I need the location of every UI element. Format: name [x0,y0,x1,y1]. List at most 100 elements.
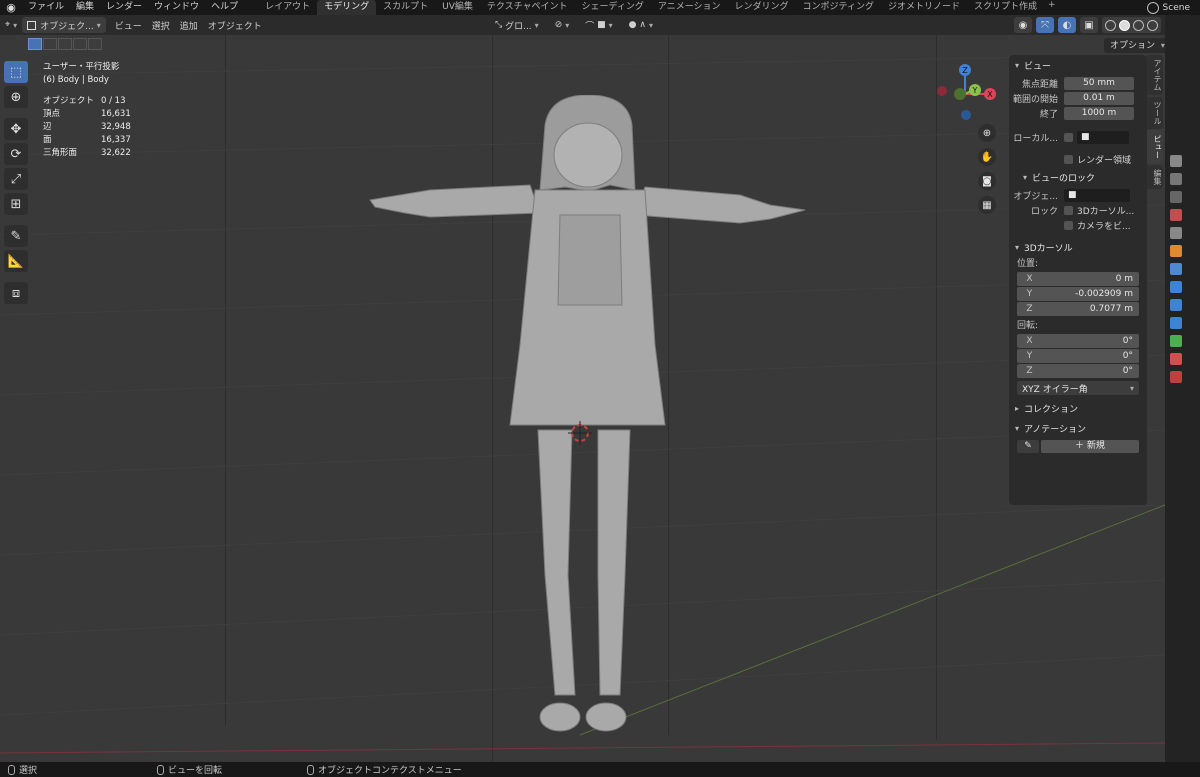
location-x-field[interactable]: X 0 m [1017,272,1139,286]
constraints-props-icon[interactable] [1170,317,1182,329]
pivot-point-dropdown[interactable]: ⊘ ▾ [550,17,575,33]
zoom-icon[interactable]: ⊕ [978,124,996,142]
tab-rendering[interactable]: レンダリング [728,0,796,15]
location-z-field[interactable]: Z 0.7077 m [1017,302,1139,316]
tab-shading[interactable]: シェーディング [575,0,651,15]
menu-window[interactable]: ウィンドウ [148,0,205,15]
character-model[interactable] [360,95,815,740]
transform-tool-icon[interactable]: ⊞ [4,193,28,215]
navigation-gizmo[interactable]: Z Y X [935,60,999,124]
world-props-icon[interactable] [1170,227,1182,239]
data-props-icon[interactable] [1170,335,1182,347]
rotate-tool-icon[interactable]: ⟳ [4,143,28,165]
focal-length-field[interactable]: 50 mm [1064,76,1134,90]
rotation-x-field[interactable]: X 0° [1017,334,1139,348]
render-region-checkbox[interactable] [1064,154,1073,164]
tab-scripting[interactable]: スクリプト作成 [967,0,1044,15]
physics-props-icon[interactable] [1170,299,1182,311]
visibility-icon[interactable]: ◉ [1014,17,1032,33]
move-tool-icon[interactable]: ✥ [4,118,28,140]
pan-hand-icon[interactable]: ✋ [978,148,996,166]
annotation-new-button[interactable]: ＋ 新規 [1041,439,1139,453]
gizmo-toggle-icon[interactable]: ⤧ [1036,17,1054,33]
add-cube-tool-icon[interactable]: ⧈ [4,282,28,304]
snap-toggle[interactable]: ⌒ ■ ▾ [580,17,617,33]
select-invert-icon[interactable] [73,38,87,50]
material-shading-icon[interactable] [1133,19,1144,31]
tab-modeling[interactable]: モデリング [317,0,377,15]
lock-3dcursor-checkbox[interactable] [1064,205,1073,215]
solid-shading-icon[interactable] [1119,19,1130,31]
tab-animation[interactable]: アニメーション [651,0,728,15]
tab-sculpt[interactable]: スカルプト [376,0,435,15]
material-props-icon[interactable] [1170,353,1182,365]
annotate-tool-icon[interactable]: ✎ [4,225,28,247]
cursor-tool-icon[interactable]: ⊕ [4,86,28,108]
local-camera-checkbox[interactable] [1064,132,1073,142]
collection-section-header[interactable]: ▸ コレクション [1009,398,1147,418]
menu-add[interactable]: 追加 [175,17,203,33]
select-extend-icon[interactable] [43,38,57,50]
xray-toggle-icon[interactable]: ▣ [1080,17,1098,33]
options-dropdown[interactable]: オプション ▾ [1104,38,1171,53]
add-workspace-button[interactable]: + [1044,0,1060,15]
menu-edit[interactable]: 編集 [70,0,100,15]
particles-props-icon[interactable] [1170,281,1182,293]
tab-tool[interactable]: ツール [1147,97,1163,129]
proportional-edit-toggle[interactable]: ● ∧ ▾ [624,17,658,33]
overlay-toggle-icon[interactable]: ◐ [1058,17,1076,33]
measure-tool-icon[interactable]: 📐 [4,250,28,272]
clip-start-field[interactable]: 0.01 m [1064,91,1134,105]
select-subtract-icon[interactable] [58,38,72,50]
3d-cursor-section-header[interactable]: ▾ 3Dカーソル [1009,237,1147,257]
editor-type-button[interactable]: ⌖ ▾ [0,17,22,33]
ortho-grid-icon[interactable]: ▦ [978,196,996,214]
annotation-section-header[interactable]: ▾ アノテーション [1009,418,1147,438]
lock-object-field[interactable]: ■ [1064,188,1130,202]
location-y-field[interactable]: Y -0.002909 m [1017,287,1139,301]
lock-camera-checkbox[interactable] [1064,220,1073,230]
tab-view[interactable]: ビュー [1147,131,1163,163]
rotation-y-field[interactable]: Y 0° [1017,349,1139,363]
texture-props-icon[interactable] [1170,371,1182,383]
tab-uv-editing[interactable]: UV編集 [435,0,480,15]
menu-view[interactable]: ビュー [110,17,147,33]
tab-edit[interactable]: 編集 [1147,165,1163,189]
menu-select[interactable]: 選択 [147,17,175,33]
gizmo-neg-z-handle[interactable] [961,110,971,120]
local-camera-field[interactable]: ■ [1077,130,1129,144]
tab-geometry-nodes[interactable]: ジオメトリノード [881,0,967,15]
select-box-tool-icon[interactable]: ⬚ [4,61,28,83]
gizmo-neg-x-handle[interactable] [937,86,947,96]
menu-file[interactable]: ファイル [22,0,70,15]
object-props-icon[interactable] [1170,245,1182,257]
modifier-props-icon[interactable] [1170,263,1182,275]
rendered-shading-icon[interactable] [1147,19,1158,31]
output-props-icon[interactable] [1170,191,1182,203]
tool-props-icon[interactable] [1170,155,1182,167]
gizmo-neg-y-handle[interactable] [954,88,966,100]
transform-orientation-dropdown[interactable]: ⤡ グロ... ▾ [490,17,544,33]
scene-selector[interactable]: Scene [1146,0,1200,15]
menu-help[interactable]: ヘルプ [205,0,244,15]
mode-selector[interactable]: オブジェク... ▾ [22,17,106,33]
tab-layout[interactable]: レイアウト [258,0,317,15]
tab-item[interactable]: アイテム [1147,55,1163,95]
menu-object[interactable]: オブジェクト [203,17,267,33]
select-intersect-icon[interactable] [88,38,102,50]
rotation-z-field[interactable]: Z 0° [1017,364,1139,378]
menu-render[interactable]: レンダー [100,0,148,15]
scene-props-icon[interactable] [1170,209,1182,221]
scale-tool-icon[interactable]: ⤢ [4,168,28,190]
camera-view-icon[interactable]: ◙ [978,172,996,190]
wireframe-shading-icon[interactable] [1105,19,1116,31]
select-new-icon[interactable] [28,38,42,50]
tab-texture-paint[interactable]: テクスチャペイント [480,0,575,15]
render-props-icon[interactable] [1170,173,1182,185]
clip-end-field[interactable]: 1000 m [1064,106,1134,120]
blender-logo-icon[interactable]: ◉ [4,1,18,15]
tab-compositing[interactable]: コンポジティング [796,0,881,15]
annotation-type-icon[interactable]: ✎ [1017,439,1039,453]
view-lock-section-header[interactable]: ▾ ビューのロック [1009,167,1147,187]
rotation-mode-dropdown[interactable]: XYZ オイラー角 ▾ [1017,381,1139,395]
